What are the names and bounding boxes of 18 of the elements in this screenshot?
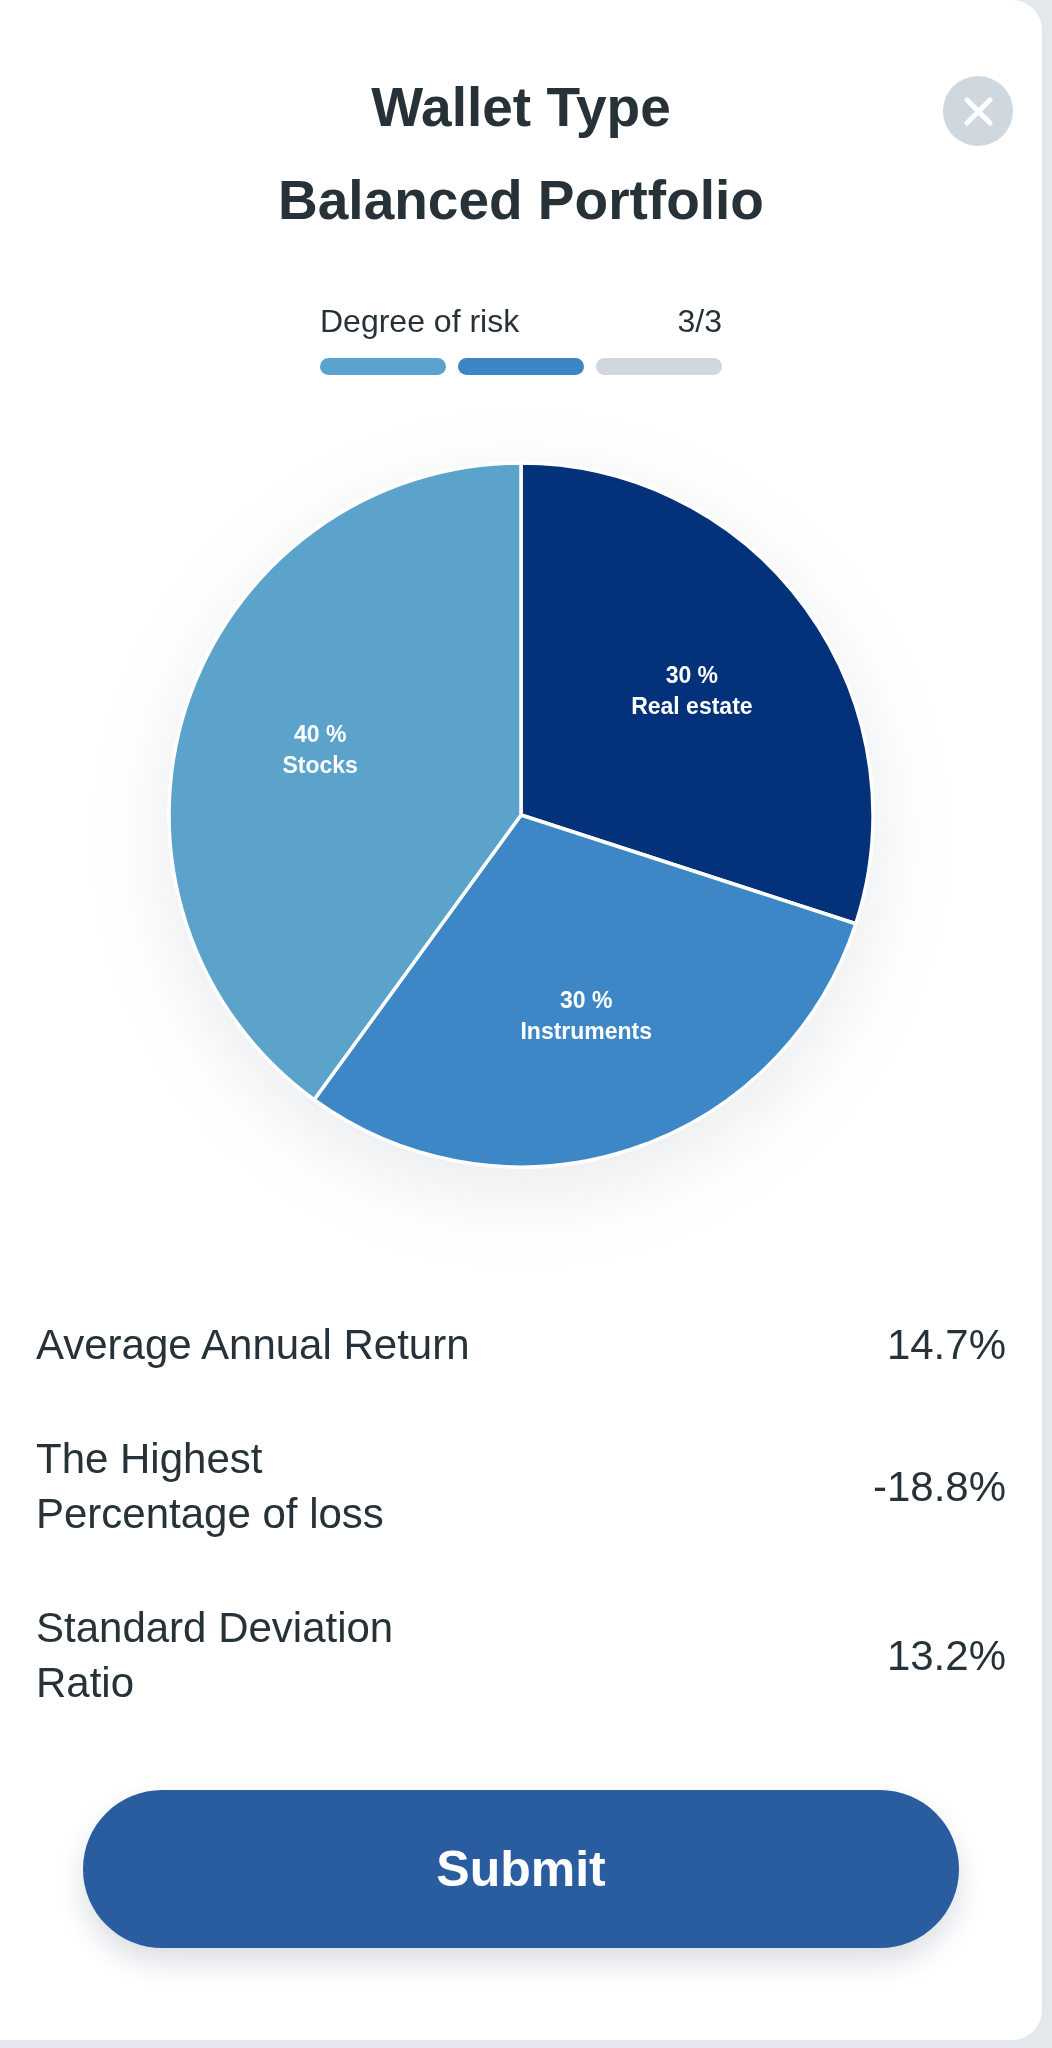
wallet-type-title: Wallet Type bbox=[371, 75, 671, 140]
slice-percent-label: 30 % bbox=[560, 986, 613, 1013]
stat-label: Average Annual Return bbox=[36, 1320, 470, 1370]
slice-category-label: Real estate bbox=[631, 692, 753, 719]
risk-label: Degree of risk bbox=[320, 302, 520, 341]
stat-label: Standard Deviation Ratio bbox=[36, 1603, 394, 1708]
slice-percent-label: 30 % bbox=[665, 661, 719, 688]
stat-value: -18.8% bbox=[872, 1461, 1006, 1512]
slice-category-label: Instruments bbox=[520, 1017, 653, 1044]
risk-count: 3/3 bbox=[677, 302, 722, 341]
stat-value: 14.7% bbox=[886, 1320, 1006, 1370]
close-icon bbox=[963, 96, 993, 126]
portfolio-name: Balanced Portfolio bbox=[278, 168, 764, 233]
submit-button[interactable]: Submit bbox=[83, 1790, 959, 1948]
stat-label: The Highest Percentage of loss bbox=[36, 1434, 384, 1539]
slice-percent-label: 40 % bbox=[293, 720, 347, 747]
stat-value: 13.2% bbox=[886, 1630, 1006, 1681]
slice-category-label: Stocks bbox=[282, 751, 358, 778]
